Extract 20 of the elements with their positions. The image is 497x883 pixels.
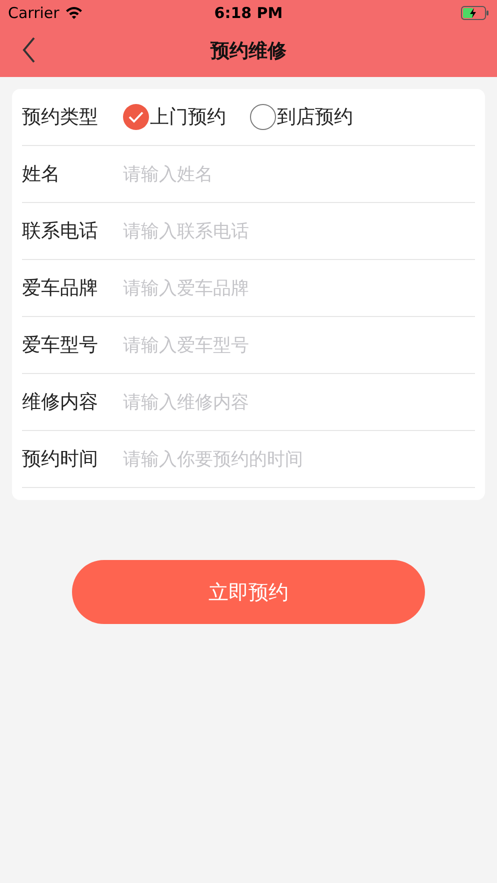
input-field[interactable]: 请输入爱车型号: [123, 334, 475, 356]
time-label: 6:18 PM: [214, 4, 283, 22]
input-field[interactable]: 请输入爱车品牌: [123, 278, 475, 298]
page-title: 预约维修: [210, 39, 286, 64]
input-field[interactable]: 请输入姓名: [123, 164, 475, 184]
input-field[interactable]: 请输入联系电话: [123, 220, 475, 242]
field-label: 姓名: [22, 162, 61, 187]
radio-option[interactable]: 到店预约: [250, 104, 353, 130]
field-label: 爱车品牌: [22, 276, 99, 301]
field-label: 维修内容: [22, 390, 99, 415]
input-field[interactable]: 请输入维修内容: [123, 392, 475, 412]
wifi-icon: [65, 6, 84, 19]
field-label: 预约时间: [22, 447, 99, 472]
radio-option[interactable]: 上门预约: [123, 104, 226, 130]
field-label: 联系电话: [22, 219, 99, 244]
field-label: 爱车型号: [22, 333, 99, 358]
carrier-label: Carrier: [8, 4, 60, 22]
field-label: 预约类型: [22, 105, 99, 130]
battery-icon: [461, 6, 489, 20]
input-field[interactable]: 请输入你要预约的时间: [123, 448, 475, 470]
